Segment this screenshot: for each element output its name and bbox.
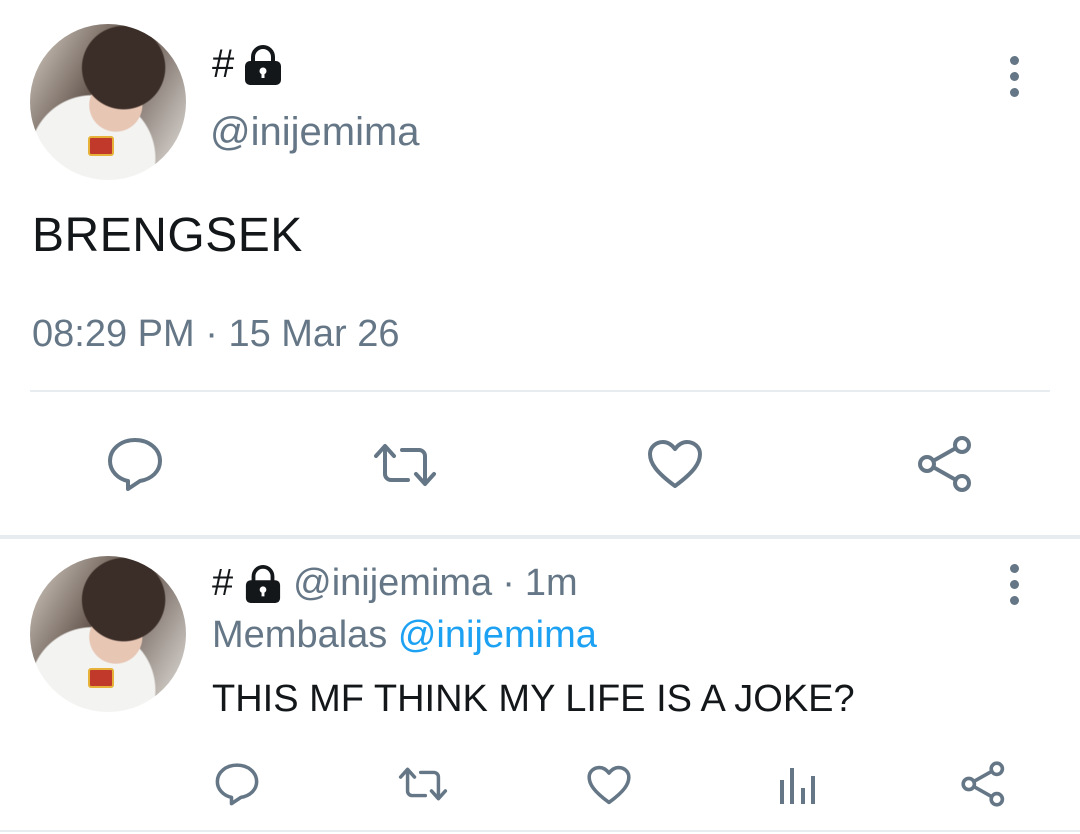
like-icon[interactable]	[586, 764, 632, 806]
tweet-time: 08:29 PM	[32, 313, 195, 355]
like-icon[interactable]	[646, 438, 704, 490]
retweet-icon[interactable]	[370, 440, 440, 490]
reply-avatar[interactable]	[30, 556, 186, 712]
display-name-row[interactable]: #	[212, 42, 284, 87]
separator-dot: ·	[502, 562, 515, 604]
more-vertical-icon[interactable]	[1010, 56, 1019, 97]
reply-handle: @inijemima	[293, 562, 493, 604]
reply-tweet-text: THIS MF THINK MY LIFE IS A JOKE?	[212, 678, 855, 720]
retweet-icon[interactable]	[396, 764, 450, 804]
share-icon[interactable]	[960, 760, 1008, 808]
reply-header[interactable]: # @inijemima · 1m	[212, 562, 578, 605]
divider	[30, 390, 1050, 392]
reply-icon[interactable]	[106, 436, 164, 492]
shirt-patch	[88, 136, 114, 156]
display-name: #	[212, 42, 235, 86]
replying-prefix: Membalas	[212, 614, 388, 656]
lock-icon	[243, 564, 283, 603]
analytics-icon[interactable]	[778, 764, 818, 806]
replying-to-line: Membalas @inijemima	[212, 614, 597, 657]
more-vertical-icon[interactable]	[1010, 564, 1019, 605]
shirt-patch	[88, 668, 114, 688]
share-icon[interactable]	[916, 434, 976, 494]
lock-icon	[242, 44, 284, 85]
reply-time-ago: 1m	[524, 562, 578, 604]
tweet-text: BRENGSEK	[32, 209, 303, 262]
user-handle[interactable]: @inijemima	[210, 110, 420, 155]
reply-icon[interactable]	[214, 762, 260, 806]
section-divider	[0, 535, 1080, 539]
separator-dot: ·	[205, 313, 218, 355]
avatar[interactable]	[30, 24, 186, 180]
tweet-timestamp: 08:29 PM · 15 Mar 26	[32, 313, 400, 356]
replying-to-link[interactable]: @inijemima	[398, 614, 597, 656]
reply-display-name: #	[212, 562, 234, 604]
bottom-divider	[0, 830, 1080, 832]
tweet-date: 15 Mar 26	[228, 313, 400, 355]
